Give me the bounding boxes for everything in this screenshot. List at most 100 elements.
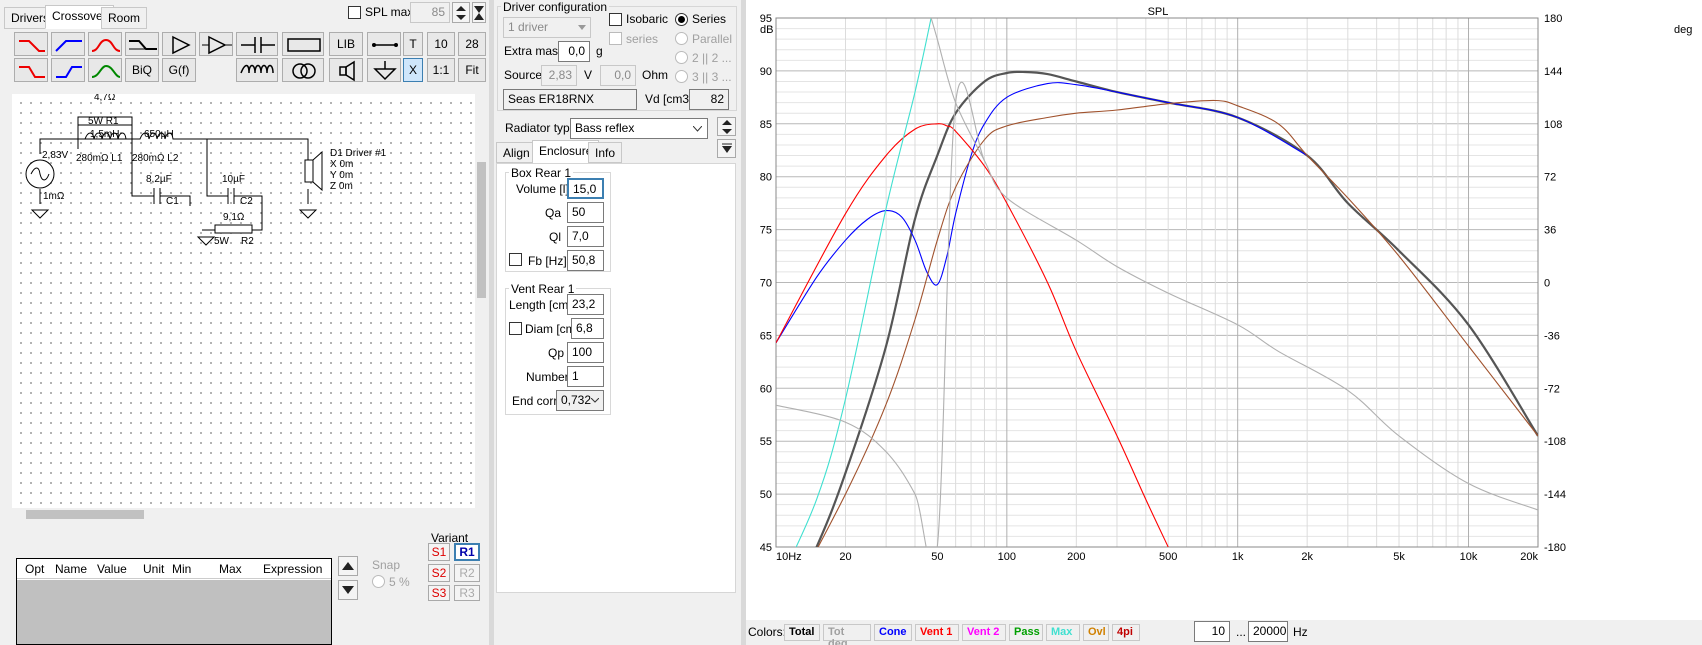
capacitor-icon[interactable] [236, 32, 278, 56]
legend-vent-2[interactable]: Vent 2 [962, 624, 1006, 641]
x-tick-label: 200 [1067, 551, 1085, 563]
transformer-icon[interactable] [282, 58, 324, 82]
series-radio[interactable] [675, 13, 688, 26]
legend-4pi[interactable]: 4pi [1112, 624, 1140, 641]
x-tick-label: 20k [1520, 551, 1538, 563]
params-table[interactable]: Opt Name Value Unit Min Max Expression [16, 558, 332, 645]
y2-tick-label: -180 [1544, 542, 1566, 554]
variant-s1-button[interactable]: S1 [428, 543, 450, 561]
amplifier-icon[interactable] [162, 32, 196, 56]
biquad-button[interactable]: BiQ [125, 58, 159, 82]
variant-r2-button[interactable]: R2 [454, 564, 480, 582]
vd-field[interactable]: 82 [689, 89, 729, 110]
spl-max-stepper[interactable] [452, 2, 470, 23]
lowpass-2-button[interactable] [14, 58, 48, 82]
shelf-filter-button[interactable] [125, 32, 159, 56]
chart-title: SPL [1148, 6, 1169, 18]
resistor-icon[interactable] [282, 32, 324, 56]
schematic-canvas[interactable]: 4,7Ω 5W R1 1,5mH 280mΩ L1 650µH 280mΩ L2… [12, 94, 475, 508]
legend-pass[interactable]: Pass [1009, 624, 1043, 641]
grid-10-button[interactable]: 10 [427, 32, 455, 56]
legend-ovl[interactable]: Ovl [1083, 624, 1109, 641]
endcorr-select[interactable]: 0,732 [556, 390, 604, 411]
library-button[interactable]: LIB [329, 32, 363, 56]
tab-room[interactable]: Room [101, 7, 148, 29]
subtab-info[interactable]: Info [588, 142, 623, 163]
freq-max-input[interactable]: 20000 [1248, 621, 1288, 642]
spl-max-checkbox[interactable] [348, 6, 361, 19]
qa-input[interactable]: 50 [567, 202, 604, 223]
bandpass-filter-button[interactable] [88, 32, 122, 56]
variant-r1-button[interactable]: R1 [454, 543, 480, 561]
subtab-align[interactable]: Align [496, 142, 537, 163]
speaker-icon[interactable] [329, 58, 363, 82]
variant-s2-button[interactable]: S2 [428, 564, 450, 582]
legend-tot-deg[interactable]: Tot deg [823, 624, 871, 645]
snap-radio[interactable] [372, 575, 385, 588]
fb-checkbox[interactable] [509, 253, 522, 266]
driver-count-select[interactable]: 1 driver [503, 17, 591, 38]
isobaric-checkbox[interactable] [609, 13, 622, 26]
pane-splitter[interactable] [489, 0, 494, 645]
driver-label: D1 Driver #1 [330, 148, 387, 159]
legend-max[interactable]: Max [1046, 624, 1080, 641]
move-up-button[interactable] [338, 556, 358, 576]
fb-input[interactable]: 50,8 [567, 250, 604, 271]
schematic-vscrollbar[interactable] [475, 94, 488, 508]
legend-cone[interactable]: Cone [874, 624, 912, 641]
extra-mass-input[interactable]: 0,0 [558, 41, 590, 62]
r2-power: 5W [214, 236, 230, 247]
legend-total[interactable]: Total [784, 624, 820, 641]
parallel-radio[interactable] [675, 32, 688, 45]
collapse-icon[interactable] [717, 139, 736, 158]
highpass-2-button[interactable] [51, 58, 85, 82]
config-2-radio[interactable] [675, 51, 688, 64]
spl-chart[interactable]: SPL dB deg 10Hz 20 50 100 200 500 1k 2k 5k 10k 20k… [746, 0, 1702, 620]
box-title: Box Rear 1 [509, 166, 574, 180]
move-down-button[interactable] [338, 580, 358, 600]
number-input[interactable]: 1 [567, 366, 604, 387]
freq-range-dots: ... [1236, 625, 1247, 639]
transfer-function-button[interactable]: G(f) [162, 58, 196, 82]
delete-x-button[interactable]: X [403, 58, 423, 82]
diam-input[interactable]: 6,8 [571, 318, 604, 339]
allpass-filter-button[interactable] [88, 58, 122, 82]
spl-max-input[interactable]: 85 [410, 2, 450, 23]
l2-value: 650µH [144, 129, 174, 140]
config-3-radio[interactable] [675, 70, 688, 83]
qp-label: Qp [548, 346, 565, 360]
ground-icon[interactable] [367, 58, 401, 82]
inductor-icon[interactable] [236, 58, 278, 82]
text-tool-button[interactable]: T [403, 32, 423, 56]
volume-input[interactable]: 15,0 [567, 178, 604, 199]
schematic-hscrollbar[interactable] [12, 508, 475, 521]
hourglass-icon[interactable] [472, 2, 486, 23]
length-input[interactable]: 23,2 [567, 294, 604, 315]
x-tick-label: 100 [998, 551, 1016, 563]
radiator-type-select[interactable]: Bass reflex [570, 118, 708, 139]
variant-r3-button[interactable]: R3 [454, 585, 480, 601]
series-checkbox[interactable] [609, 32, 622, 45]
zoom-1-1-button[interactable]: 1:1 [427, 58, 455, 82]
legend-vent-1[interactable]: Vent 1 [915, 624, 959, 641]
y-tick-label: 95 [760, 13, 772, 25]
fit-button[interactable]: Fit [458, 58, 486, 82]
ql-input[interactable]: 7,0 [567, 226, 604, 247]
freq-min-input[interactable]: 10 [1194, 621, 1230, 642]
qp-input[interactable]: 100 [567, 342, 604, 363]
grid-28-button[interactable]: 28 [458, 32, 486, 56]
source-voltage-input[interactable]: 2,83 [541, 65, 577, 86]
radiator-type-label: Radiator type [505, 121, 577, 135]
lowpass-filter-button[interactable] [14, 32, 48, 56]
highpass-filter-button[interactable] [51, 32, 85, 56]
radiator-stepper[interactable] [717, 117, 736, 136]
y-tick-label: 85 [760, 119, 772, 131]
col-unit: Unit [143, 562, 165, 576]
buffer-amp-icon[interactable] [199, 32, 233, 56]
col-value: Value [97, 562, 127, 576]
source-ohm-input[interactable]: 0,0 [600, 65, 636, 86]
variant-s3-button[interactable]: S3 [428, 585, 450, 601]
diam-checkbox[interactable] [509, 322, 522, 335]
driver-name-field[interactable]: Seas ER18RNX [503, 89, 637, 110]
wire-icon[interactable] [367, 32, 401, 56]
